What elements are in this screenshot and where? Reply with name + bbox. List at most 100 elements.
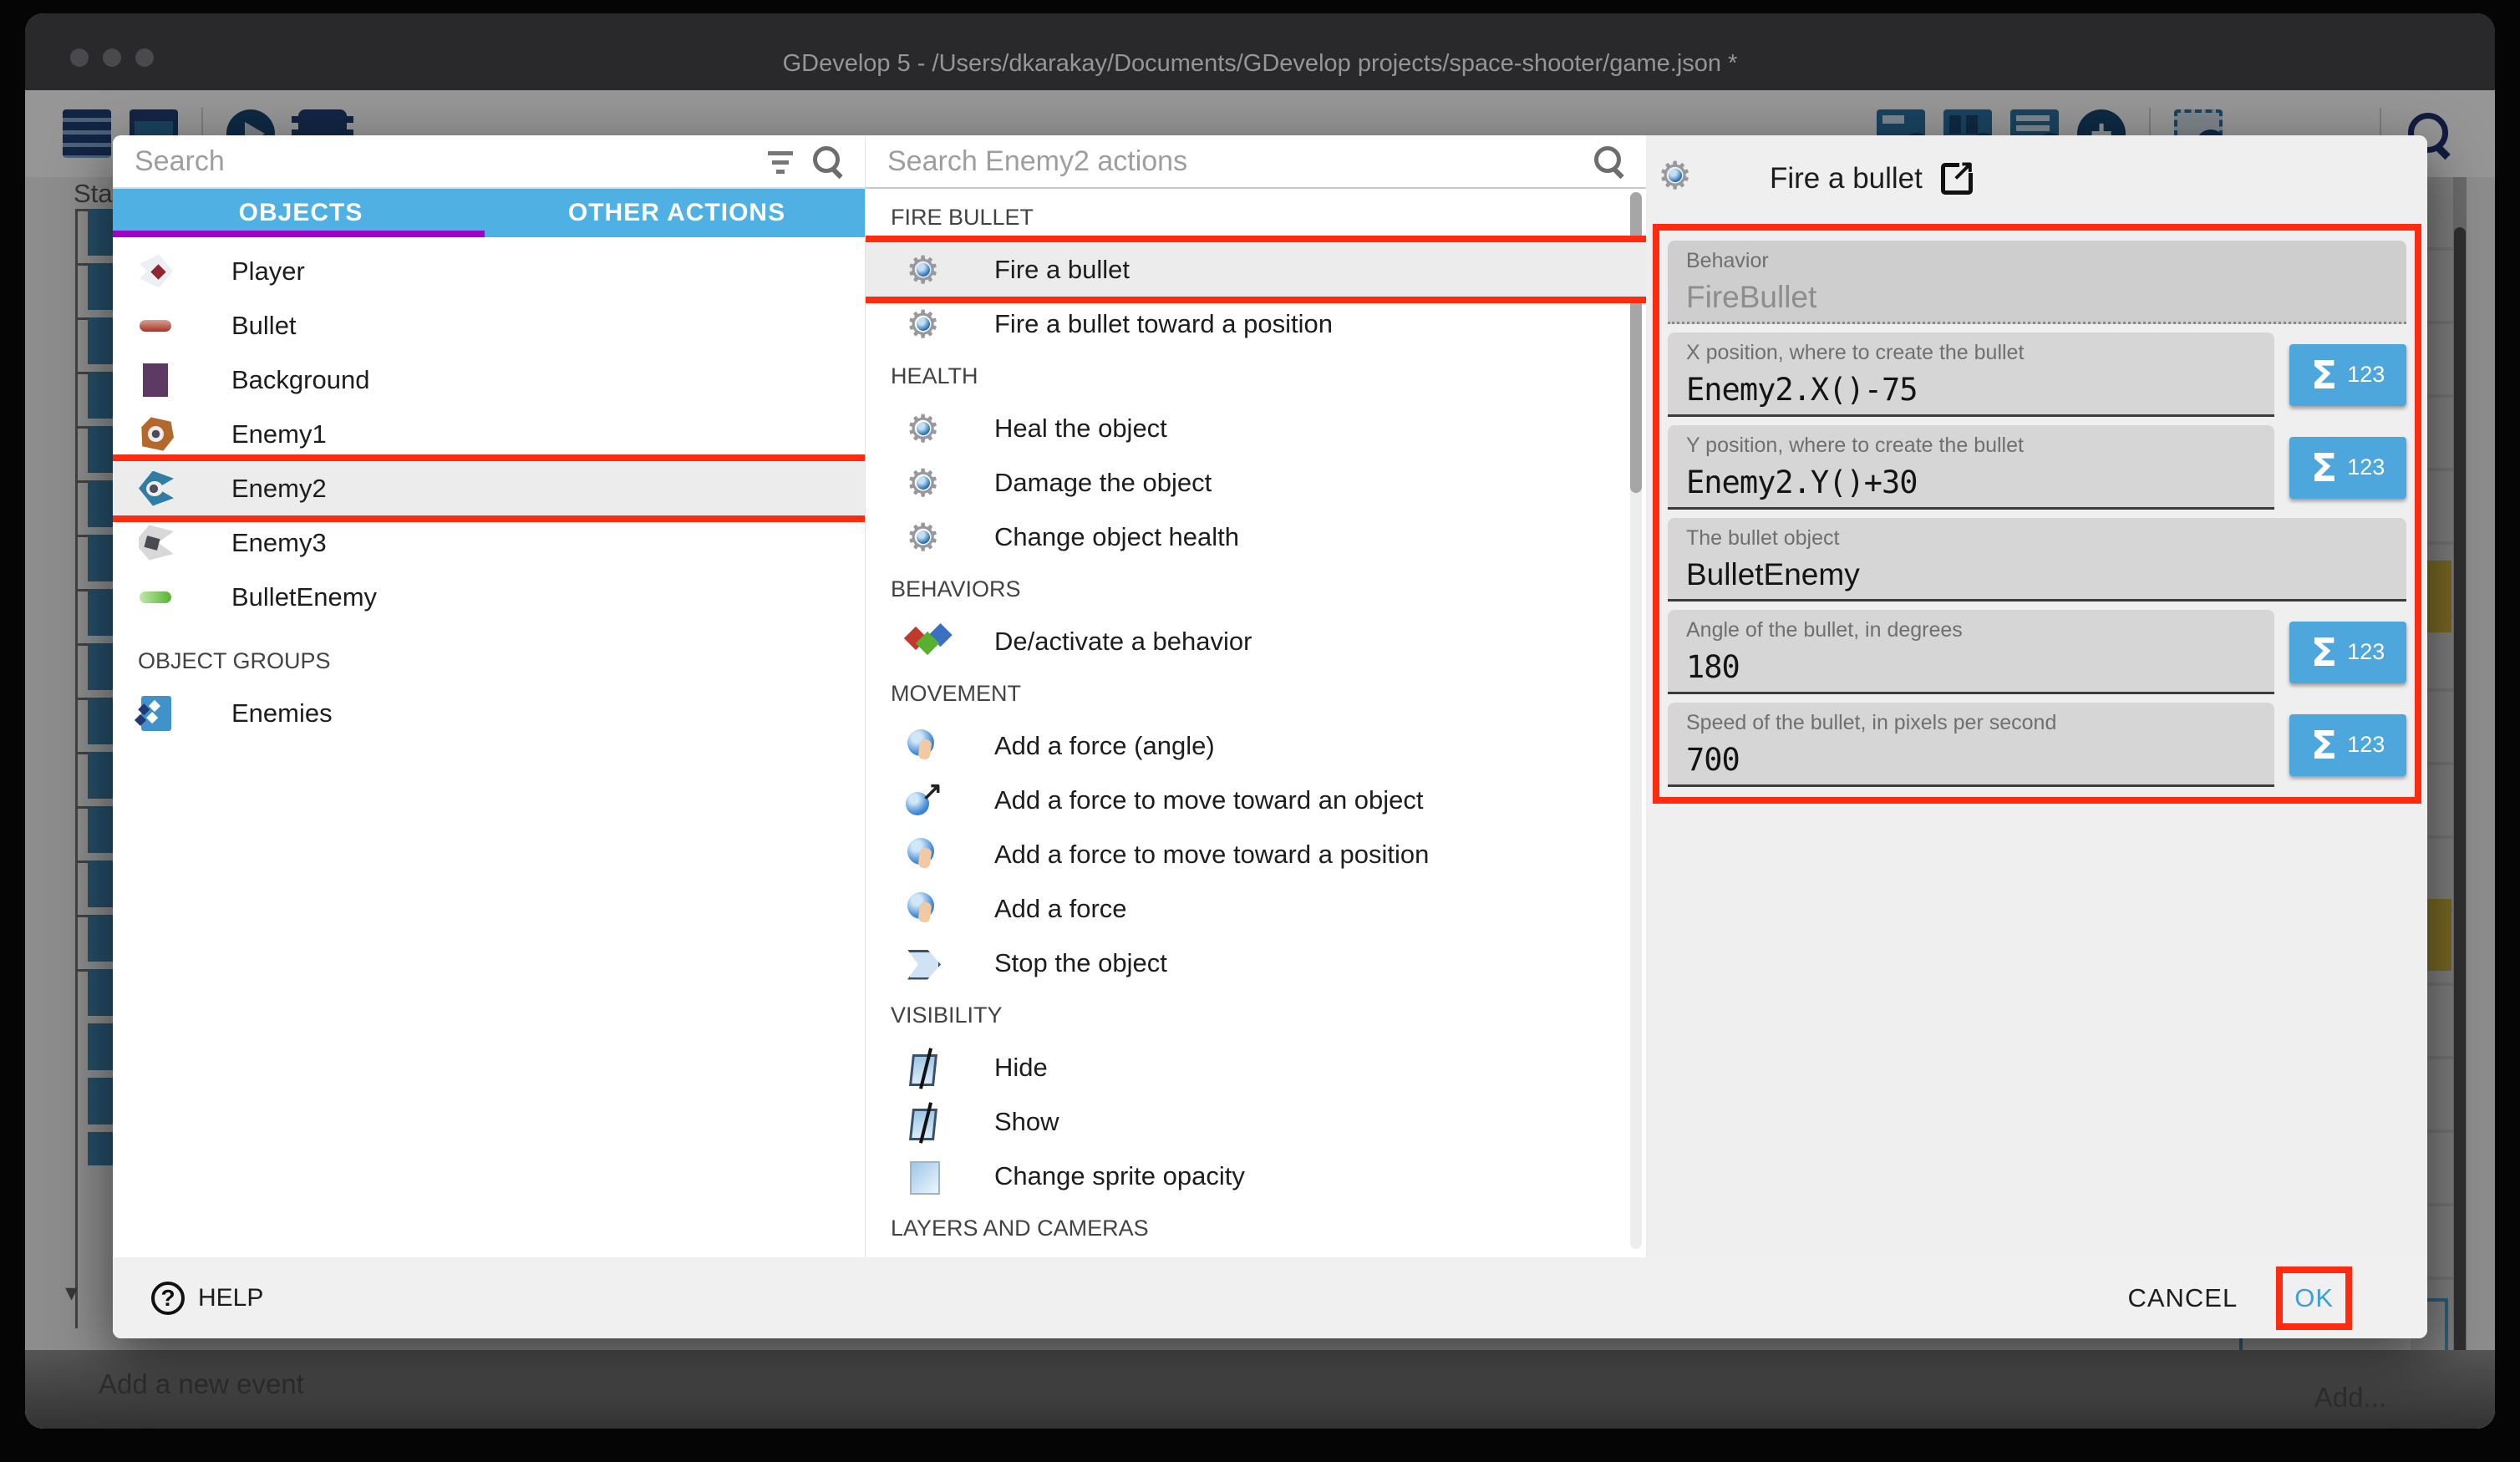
objects-list: Player Bullet Background Enemy1Enemy2 Enemy3… <box>113 244 865 1257</box>
action-label: Hide <box>994 1053 1048 1083</box>
parameter-row: X position, where to create the bullet En… <box>1668 333 2406 417</box>
ok-annotation-box: OK <box>2276 1267 2352 1330</box>
action-header: Fire a bullet <box>1658 157 1973 201</box>
object-list-item-enemy2[interactable]: Enemy2 <box>113 461 865 515</box>
object-label: Bullet <box>231 311 297 341</box>
parameter-row: Behavior FireBullet <box>1668 241 2406 324</box>
param-field-1[interactable]: X position, where to create the bullet En… <box>1668 333 2274 417</box>
action-label: Add a force <box>994 894 1127 924</box>
titlebar: GDevelop 5 - /Users/dkarakay/Documents/G… <box>25 13 2495 90</box>
expression-editor-button[interactable]: Σ123 <box>2289 437 2406 499</box>
object-groups-header: OBJECT GROUPS <box>113 636 865 686</box>
object-list-item-background[interactable]: Background <box>113 353 865 407</box>
param-field-2[interactable]: Y position, where to create the bulletEn… <box>1668 425 2274 510</box>
action-item-heal-the-object[interactable]: Heal the object <box>866 401 1646 455</box>
objects-search-input[interactable] <box>133 145 749 179</box>
objects-search-row <box>113 135 865 189</box>
param-label: Behavior <box>1686 249 2388 273</box>
param-value: FireBullet <box>1686 280 2388 315</box>
param-value: Enemy2.Y()+30 <box>1686 464 2256 500</box>
stop-icon <box>906 945 942 982</box>
numbers-icon: 123 <box>2347 454 2385 480</box>
param-label: X position, where to create the bullet <box>1686 341 2256 365</box>
param-label: Angle of the bullet, in degrees <box>1686 618 2256 642</box>
enemy1-object-icon <box>138 416 175 453</box>
param-field-5[interactable]: Speed of the bullet, in pixels per secon… <box>1668 703 2274 787</box>
action-item-add-a-force[interactable]: Add a force <box>866 881 1646 936</box>
action-title: Fire a bullet <box>1770 162 1923 195</box>
cancel-button[interactable]: CANCEL <box>2119 1275 2246 1322</box>
action-item-fire-a-bullet-toward-a-position[interactable]: Fire a bullet toward a position <box>866 297 1646 351</box>
object-list-item-bullet[interactable]: Bullet <box>113 298 865 353</box>
gear-icon <box>906 306 942 343</box>
opacity-icon <box>906 1158 942 1195</box>
fire-bullet-gear-icon <box>1658 157 1694 201</box>
param-value: 180 <box>1686 649 2256 685</box>
object-list-item-bulletenemy[interactable]: BulletEnemy <box>113 570 865 624</box>
action-item-add-a-force-angle-[interactable]: Add a force (angle) <box>866 718 1646 773</box>
actions-search-input[interactable] <box>886 145 1593 179</box>
object-label: Background <box>231 365 369 395</box>
action-label: Fire a bullet toward a position <box>994 309 1333 339</box>
expression-editor-button[interactable]: Σ123 <box>2289 344 2406 406</box>
screenshot-root: GDevelop 5 - /Users/dkarakay/Documents/G… <box>0 0 2520 1462</box>
object-list-item-player[interactable]: Player <box>113 244 865 298</box>
action-item-damage-the-object[interactable]: Damage the object <box>866 455 1646 510</box>
open-in-new-icon[interactable] <box>1941 163 1973 195</box>
action-item-stop-the-object[interactable]: Stop the object <box>866 936 1646 990</box>
filter-icon[interactable] <box>765 148 796 175</box>
action-item-de-activate-a-behavior[interactable]: De/activate a behavior <box>866 614 1646 668</box>
object-list-item-enemy3[interactable]: Enemy3 <box>113 515 865 570</box>
tab-other-actions[interactable]: OTHER ACTIONS <box>489 189 865 237</box>
action-item-add-a-force-to-move-toward-an-object[interactable]: Add a force to move toward an object <box>866 773 1646 827</box>
actions-list: FIRE BULLETFire a bulletFire a bullet to… <box>866 192 1646 1257</box>
object-list-item-enemy1[interactable]: Enemy1 <box>113 407 865 461</box>
action-label: Fire a bullet <box>994 255 1130 285</box>
action-item-show[interactable]: Show <box>866 1094 1646 1149</box>
param-field-4[interactable]: Angle of the bullet, in degrees 180 <box>1668 610 2274 694</box>
action-item-fire-a-bullet[interactable]: Fire a bullet <box>866 242 1646 297</box>
action-section-header: BEHAVIORS <box>866 564 1646 614</box>
action-label: De/activate a behavior <box>994 627 1252 657</box>
enemy3-object-icon <box>138 525 175 561</box>
action-item-add-a-force-to-move-toward-a-position[interactable]: Add a force to move toward a position <box>866 827 1646 881</box>
param-field-3[interactable]: The bullet objectBulletEnemy <box>1668 518 2406 602</box>
objects-tabbar: OBJECTSOTHER ACTIONS <box>113 189 865 237</box>
action-label: Change sprite opacity <box>994 1161 1245 1191</box>
group-list-item-enemies[interactable]: Enemies <box>113 686 865 740</box>
action-label: Heal the object <box>994 414 1167 444</box>
sigma-icon: Σ <box>2311 723 2337 768</box>
expression-editor-button[interactable]: Σ 123 <box>2289 714 2406 776</box>
param-value: Enemy2.X()-75 <box>1686 372 2256 408</box>
object-label: BulletEnemy <box>231 582 377 612</box>
action-section-header: VISIBILITY <box>866 990 1646 1040</box>
window-title: GDevelop 5 - /Users/dkarakay/Documents/G… <box>25 38 2495 78</box>
search-icon[interactable] <box>811 145 845 178</box>
gear-icon <box>906 519 942 556</box>
action-item-change-sprite-opacity[interactable]: Change sprite opacity <box>866 1149 1646 1203</box>
actions-panel: FIRE BULLETFire a bulletFire a bullet to… <box>865 135 1646 1257</box>
action-item-change-object-health[interactable]: Change object health <box>866 510 1646 564</box>
action-section-header: MOVEMENT <box>866 668 1646 718</box>
help-icon: ? <box>151 1282 185 1315</box>
action-label: Change object health <box>994 522 1239 552</box>
help-button[interactable]: ? HELP <box>151 1282 263 1315</box>
numbers-icon: 123 <box>2347 732 2385 758</box>
actions-scrollbar-thumb[interactable] <box>1630 192 1642 493</box>
search-icon[interactable] <box>1593 145 1626 178</box>
force-icon <box>906 891 942 927</box>
parameter-row: Angle of the bullet, in degrees 180 Σ123 <box>1668 610 2406 694</box>
actions-scrollbar[interactable] <box>1630 192 1642 1249</box>
parameter-row: The bullet objectBulletEnemy <box>1668 518 2406 602</box>
show-icon <box>906 1104 942 1140</box>
expression-editor-button[interactable]: Σ123 <box>2289 622 2406 683</box>
object-label: Enemy3 <box>231 528 327 558</box>
group-object-icon <box>138 695 175 732</box>
gear-icon <box>906 410 942 447</box>
action-item-hide[interactable]: Hide <box>866 1040 1646 1094</box>
param-value: 700 <box>1686 742 2256 778</box>
action-label: Add a force (angle) <box>994 731 1215 761</box>
parameters-panel: Fire a bullet Behavior FireBullet X positi… <box>1646 135 2427 1257</box>
action-label: Damage the object <box>994 468 1212 498</box>
ok-button[interactable]: OK <box>2294 1283 2334 1312</box>
